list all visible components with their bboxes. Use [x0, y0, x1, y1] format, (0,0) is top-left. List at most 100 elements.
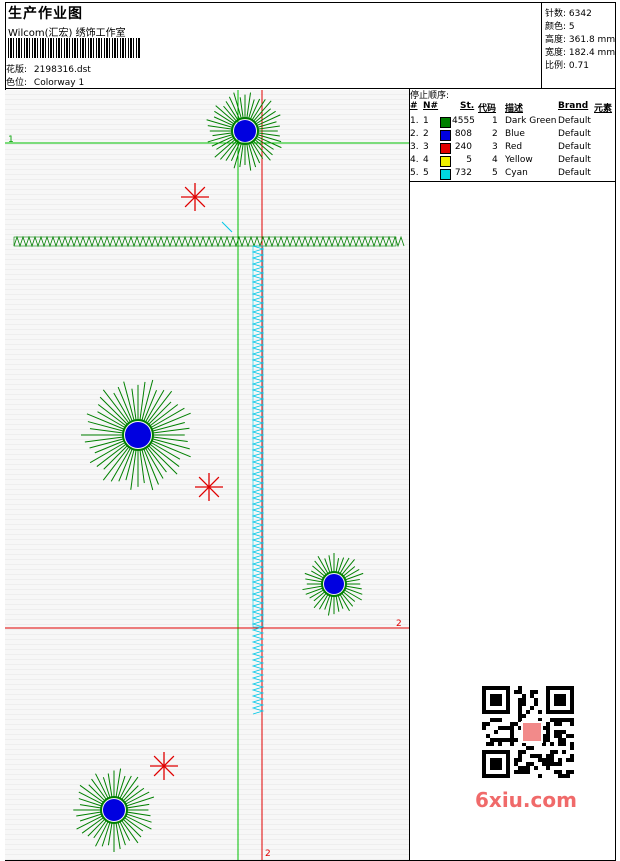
qr-module: [558, 762, 562, 766]
col-header-stitches: St.: [460, 101, 475, 111]
qr-module: [558, 758, 562, 762]
col-header-element: 元素: [594, 104, 613, 114]
col-header-code: 代码: [478, 104, 497, 114]
qr-module: [570, 718, 574, 722]
qr-module: [550, 754, 554, 758]
qr-module: [502, 738, 506, 742]
flower-burst: [206, 92, 282, 171]
qr-module: [518, 690, 522, 694]
row-stitches: 5: [466, 155, 472, 165]
guide-h2-label: 2: [396, 619, 402, 629]
qr-module: [502, 726, 506, 730]
row-brand: Default: [558, 155, 591, 165]
qr-module: [538, 758, 542, 762]
row-code: 3: [492, 142, 498, 152]
qr-module: [558, 730, 562, 734]
qr-module: [518, 758, 522, 762]
burst-ray: [103, 445, 128, 470]
qr-module: [510, 742, 514, 746]
qr-module: [534, 754, 538, 758]
qr-module: [518, 754, 522, 758]
qr-module: [486, 722, 490, 726]
qr-module: [490, 718, 494, 722]
qr-module: [546, 758, 550, 762]
qr-module: [558, 722, 562, 726]
qr-module: [514, 738, 518, 742]
qr-module: [518, 710, 522, 714]
qr-module: [558, 742, 562, 746]
burst-core: [234, 120, 256, 142]
qr-module: [518, 702, 522, 706]
qr-code-icon: [472, 682, 584, 782]
qr-module: [550, 750, 554, 754]
row-brand: Default: [558, 129, 591, 139]
qr-module: [530, 690, 534, 694]
qr-module: [554, 762, 558, 766]
burst-ray: [345, 585, 362, 590]
row-desc: Dark Green: [505, 116, 557, 126]
qr-module: [566, 718, 570, 722]
qr-module: [490, 742, 494, 746]
row-stitches: 240: [454, 142, 472, 152]
qr-module: [498, 726, 502, 730]
qr-module: [510, 722, 514, 726]
qr-finder: [482, 686, 510, 714]
row-desc: Cyan: [505, 168, 528, 178]
qr-module: [482, 726, 486, 730]
qr-module: [494, 718, 498, 722]
qr-module: [530, 694, 534, 698]
row-num: 2.: [410, 129, 419, 139]
qr-module: [518, 750, 522, 754]
row-code: 5: [492, 168, 498, 178]
qr-module: [514, 758, 518, 762]
burst-ray: [139, 381, 146, 421]
qr-module: [570, 722, 574, 726]
qr-module: [514, 762, 518, 766]
qr-module: [538, 774, 542, 778]
qr-module: [546, 734, 550, 738]
qr-module: [562, 738, 566, 742]
qr-module: [518, 770, 522, 774]
row-code: 1: [492, 116, 498, 126]
qr-module: [526, 746, 530, 750]
qr-finder: [482, 750, 510, 778]
burst-ray: [345, 572, 364, 581]
burst-ray: [84, 436, 124, 443]
qr-module: [510, 738, 514, 742]
qr-module: [510, 726, 514, 730]
red-star: [195, 473, 223, 501]
qr-module: [518, 698, 522, 702]
qr-module: [570, 758, 574, 762]
qr-module: [522, 694, 526, 698]
qr-module: [546, 738, 550, 742]
row-stitches: 808: [454, 129, 472, 139]
qr-module: [562, 774, 566, 778]
burst-ray: [335, 595, 340, 612]
color-swatch: [440, 156, 451, 167]
flower-burst: [81, 379, 191, 491]
qr-module: [510, 730, 514, 734]
qr-module: [546, 762, 550, 766]
qr-module: [530, 746, 534, 750]
qr-module: [566, 758, 570, 762]
row-num: 3.: [410, 142, 419, 152]
col-header-desc: 描述: [505, 104, 524, 114]
row-n: 2: [423, 129, 429, 139]
qr-module: [534, 698, 538, 702]
qr-module: [546, 726, 550, 730]
stop-sequence-title: 停止顺序:: [410, 91, 450, 101]
qr-module: [566, 770, 570, 774]
qr-module: [558, 770, 562, 774]
guide-v2-label: 2: [265, 849, 271, 859]
qr-module: [498, 718, 502, 722]
flower-bursts: [73, 92, 364, 852]
burst-ray: [335, 558, 340, 573]
row-brand: Default: [558, 168, 591, 178]
qr-module: [498, 742, 502, 746]
qr-module: [514, 770, 518, 774]
burst-ray: [324, 595, 331, 610]
color-swatch: [440, 130, 451, 141]
flower-burst: [302, 552, 364, 616]
qr-module: [554, 750, 558, 754]
qr-module: [518, 766, 522, 770]
